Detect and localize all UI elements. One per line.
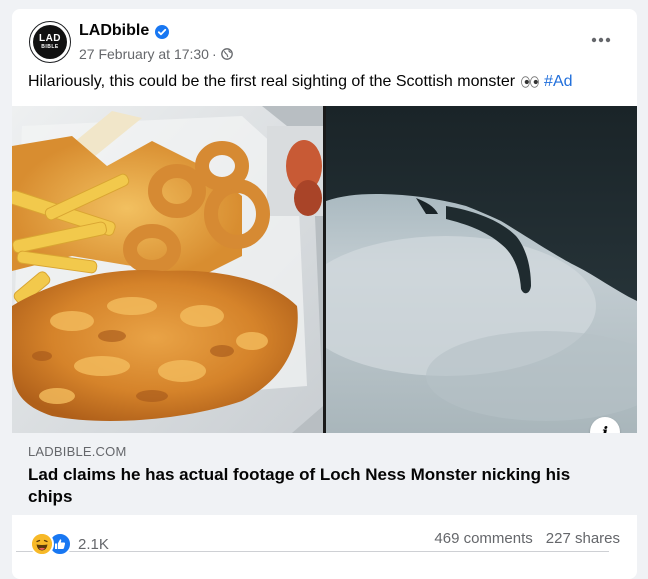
reaction-count: 2.1K	[78, 535, 109, 553]
page-avatar[interactable]: LAD BIBLE	[29, 21, 71, 63]
link-preview-image[interactable]	[12, 106, 637, 433]
footer-divider	[16, 551, 609, 552]
post-footer: 2.1K 469 comments 227 shares	[12, 515, 637, 565]
haha-reaction-icon	[30, 532, 54, 556]
hashtag-link[interactable]: #Ad	[544, 73, 572, 91]
fish-and-chips-image	[12, 106, 323, 433]
loch-ness-footage-image	[296, 106, 637, 433]
link-title[interactable]: Lad claims he has actual footage of Loch…	[28, 464, 608, 508]
post-card: LAD BIBLE LADbible 27 February at 17:30 …	[12, 9, 637, 579]
page-name[interactable]: LADbible	[79, 22, 149, 40]
post-body-text: Hilariously, this could be the first rea…	[28, 73, 516, 90]
post-timestamp[interactable]: 27 February at 17:30	[79, 46, 209, 62]
eyes-emoji-icon	[521, 76, 539, 88]
logo-text-bottom: BIBLE	[41, 44, 59, 50]
meta-separator: ·	[211, 46, 217, 62]
logo-text-top: LAD	[38, 33, 62, 44]
shares-count[interactable]: 227 shares	[546, 530, 620, 547]
link-domain: LADBIBLE.COM	[28, 444, 127, 459]
link-preview[interactable]: LADBIBLE.COM Lad claims he has actual fo…	[12, 433, 637, 515]
reactions-summary[interactable]: 2.1K	[30, 532, 109, 556]
post-text: Hilariously, this could be the first rea…	[28, 73, 573, 91]
globe-icon[interactable]	[220, 48, 233, 60]
engagement-counts: 469 comments 227 shares	[434, 530, 620, 547]
post-meta: 27 February at 17:30 ·	[79, 46, 233, 62]
comments-count[interactable]: 469 comments	[434, 530, 532, 547]
ladbible-logo: LAD BIBLE	[33, 25, 67, 59]
more-options-icon[interactable]	[590, 29, 612, 51]
verified-badge-icon	[155, 25, 169, 39]
post-header: LAD BIBLE LADbible 27 February at 17:30 …	[12, 9, 637, 71]
